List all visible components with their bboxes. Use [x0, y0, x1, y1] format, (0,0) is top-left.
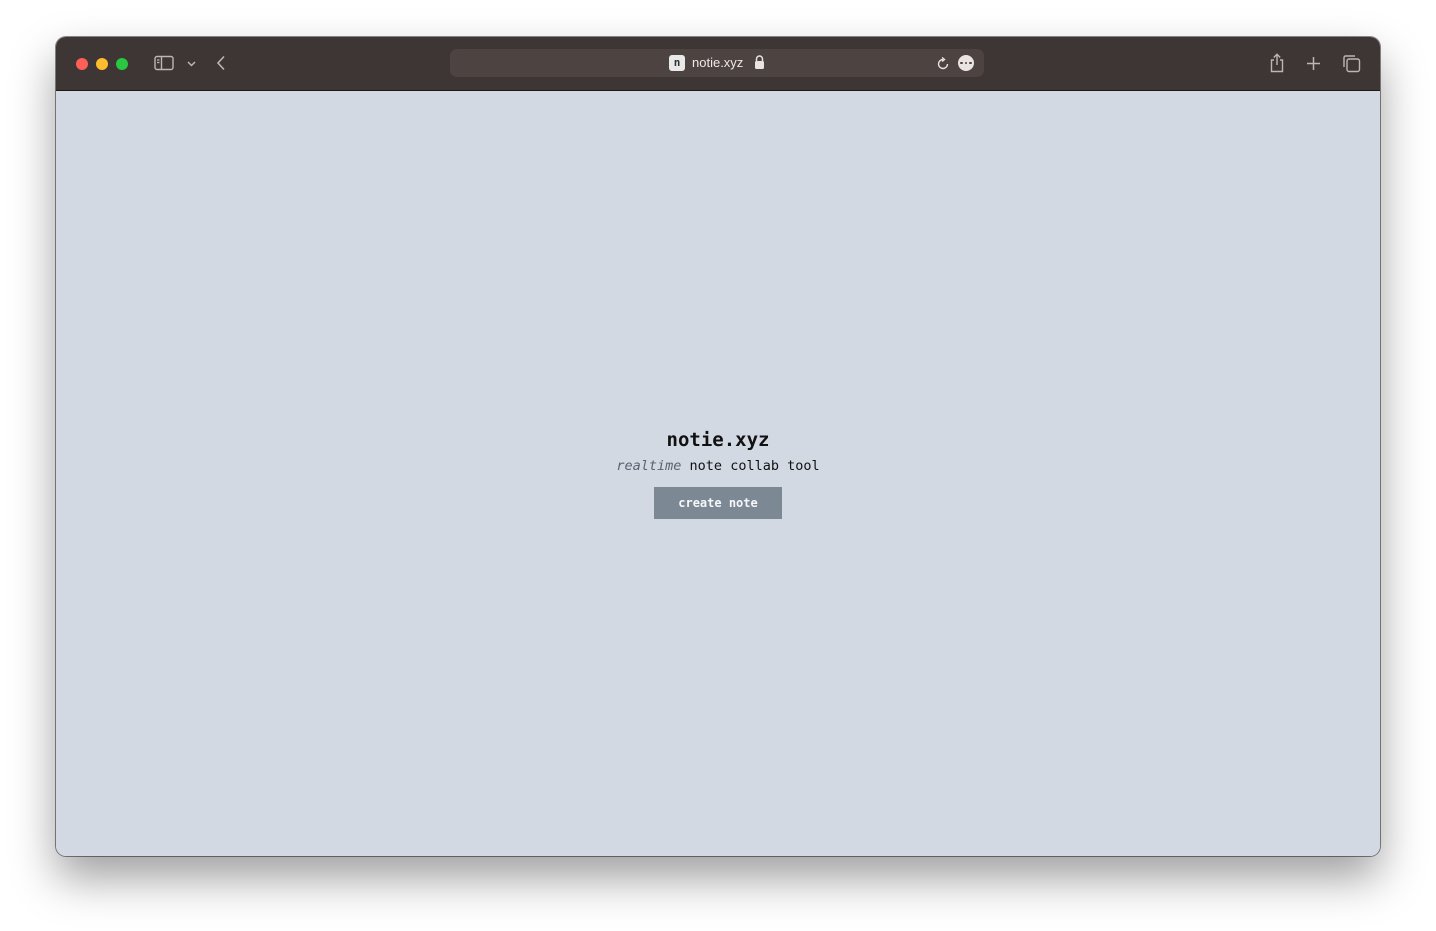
- page-title: notie.xyz: [666, 429, 770, 451]
- minimize-window-button[interactable]: [96, 58, 108, 70]
- tagline: realtime note collab tool: [56, 456, 1380, 476]
- more-icon[interactable]: [958, 55, 974, 71]
- chevron-left-icon[interactable]: [214, 54, 228, 72]
- address-bar[interactable]: n notie.xyz: [450, 49, 984, 77]
- browser-window: n notie.xyz notie.xyz realtime note coll…: [56, 37, 1380, 856]
- reload-icon[interactable]: [936, 56, 950, 75]
- tagline-emphasis: realtime: [616, 458, 682, 474]
- tab-overview-icon[interactable]: [1341, 53, 1361, 73]
- page-content: notie.xyz realtime note collab tool crea…: [56, 91, 1380, 856]
- browser-toolbar: n notie.xyz: [56, 37, 1380, 91]
- maximize-window-button[interactable]: [116, 58, 128, 70]
- share-icon[interactable]: [1267, 52, 1287, 74]
- tagline-text: note collab tool: [681, 458, 820, 474]
- lock-icon: [754, 55, 765, 74]
- create-note-button[interactable]: create note: [654, 487, 782, 519]
- sidebar-icon[interactable]: [153, 54, 175, 72]
- site-favicon: n: [669, 55, 685, 71]
- close-window-button[interactable]: [76, 58, 88, 70]
- hero: notie.xyz realtime note collab tool crea…: [56, 427, 1380, 519]
- chevron-down-icon[interactable]: [186, 59, 196, 69]
- url-text: notie.xyz: [692, 55, 744, 70]
- plus-icon[interactable]: [1304, 54, 1322, 72]
